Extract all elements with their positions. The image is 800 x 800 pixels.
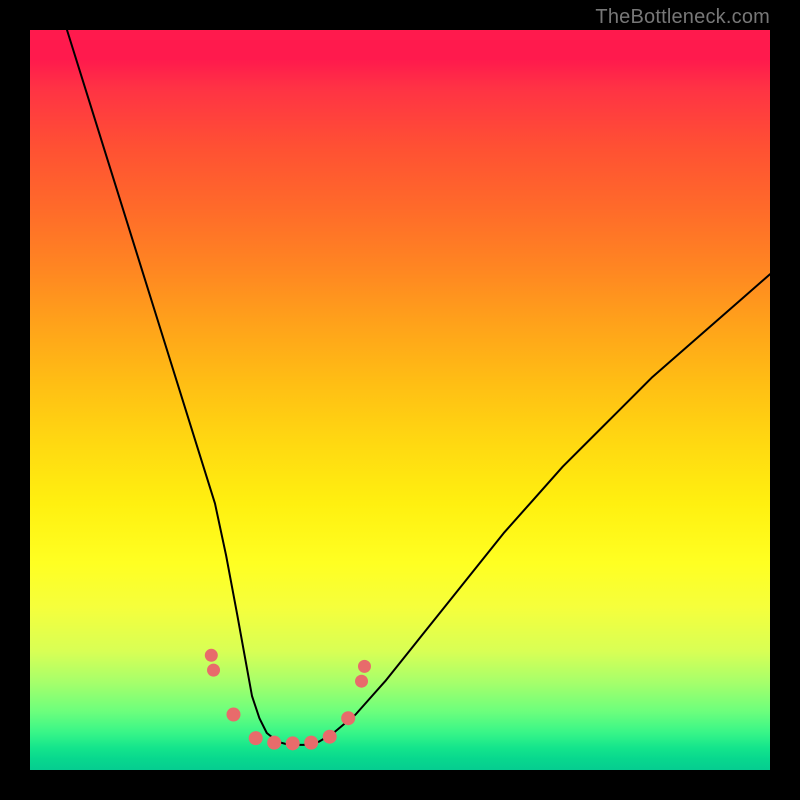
marker-group (205, 649, 371, 751)
marker-right-lower (341, 711, 355, 725)
marker-right-upper-2 (358, 660, 371, 673)
marker-bottom-2 (267, 736, 281, 750)
marker-left-upper-1 (205, 649, 218, 662)
plot-area (30, 30, 770, 770)
marker-bottom-3 (286, 736, 300, 750)
chart-container: TheBottleneck.com (0, 0, 800, 800)
marker-bottom-1 (249, 731, 263, 745)
attribution-label: TheBottleneck.com (595, 6, 770, 29)
marker-bottom-4 (304, 736, 318, 750)
curve-group (67, 30, 770, 745)
curve-svg (30, 30, 770, 770)
marker-left-upper-2 (207, 664, 220, 677)
marker-right-upper-1 (355, 675, 368, 688)
marker-bottom-5 (323, 730, 337, 744)
bottleneck-curve (67, 30, 770, 745)
marker-left-lower (227, 708, 241, 722)
